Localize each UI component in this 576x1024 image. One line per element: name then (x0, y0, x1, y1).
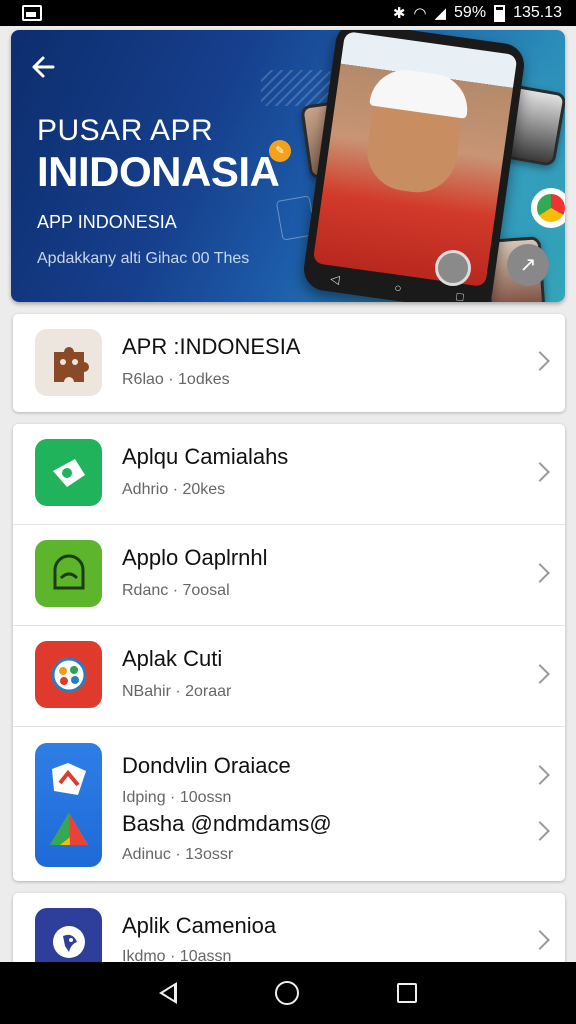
nav-home-icon[interactable] (275, 981, 299, 1005)
clock: 135.13 (513, 4, 562, 21)
chevron-right-icon (530, 563, 550, 583)
chevron-right-icon[interactable] (530, 765, 550, 785)
app-title: Aplqu Camialahs (122, 444, 289, 469)
status-icons: ✱ ◠ ◢ 59% 135.13 (393, 4, 562, 22)
edit-icon: ↗ (507, 244, 549, 286)
phone-recent-icon: □ (455, 289, 465, 302)
drive-icon (49, 813, 88, 845)
camera-shutter-icon (435, 250, 471, 286)
chevron-right-icon[interactable] (530, 821, 550, 841)
phone-home-icon: ○ (393, 280, 403, 296)
list-item[interactable]: Applo Oaplrnhl Rdanc · 7oosal (13, 525, 565, 626)
app-subtitle: Adinuc · 13ossr (122, 846, 234, 863)
puzzle-icon (35, 329, 102, 396)
app-title: Aplik Camenioa (122, 913, 277, 938)
nav-back-icon[interactable] (159, 982, 177, 1004)
battery-percent: 59% (454, 4, 487, 21)
chrome-icon (531, 188, 565, 228)
hero-banner: PUSAR APR INIDONASIA APP INDONESIA Apdak… (11, 30, 565, 302)
app-subtitle: Rdanc · 7oosal (122, 582, 230, 599)
wifi-icon: ◠ (413, 4, 427, 22)
maps-icon (51, 763, 86, 795)
chevron-right-icon (530, 930, 550, 950)
app-title[interactable]: Dondvlin Oraiace (122, 753, 291, 779)
chat-bubble-icon: ✎ (269, 140, 291, 162)
app-list-card: Aplqu Camialahs Adhrio · 20kes Applo Oap… (13, 424, 565, 881)
status-bar: ✱ ◠ ◢ 59% 135.13 (0, 0, 576, 26)
bluetooth-icon: ✱ (392, 4, 406, 22)
app-subtitle: Idping · 10ossn (122, 789, 232, 806)
battery-icon (494, 4, 506, 22)
creature-app-icon (35, 540, 102, 607)
hero-subtitle: APP INDONESIA (37, 212, 177, 232)
app-title: Applo Oaplrnhl (122, 545, 268, 570)
app-title: APR :INDONESIA (122, 334, 301, 359)
list-item-group: Dondvlin Oraiace Idping · 10ossn Basha @… (13, 727, 565, 881)
app-title[interactable]: Basha @ndmdams@ (122, 811, 332, 837)
gallery-notification-icon (22, 5, 42, 21)
list-item[interactable]: Aplqu Camialahs Adhrio · 20kes (13, 424, 565, 525)
list-item[interactable]: Aplak Cuti NBahir · 2oraar (13, 626, 565, 727)
chevron-right-icon (530, 664, 550, 684)
signal-icon: ◢ (434, 4, 447, 22)
camera-app-icon (35, 439, 102, 506)
hero-caption: Apdakkany alti Gihac 00 Thes (37, 250, 250, 267)
app-icon-stack (35, 743, 102, 867)
app-title: Aplak Cuti (122, 646, 223, 671)
back-arrow-icon[interactable] (29, 52, 59, 82)
system-navigation-bar (0, 962, 576, 1024)
app-subtitle: Adhrio · 20kes (122, 481, 226, 498)
chevron-right-icon (530, 462, 550, 482)
app-subtitle: R6lao · 1odkes (122, 371, 230, 388)
featured-app-card[interactable]: APR :INDONESIA R6lao · 1odkes (13, 314, 565, 412)
flower-app-icon (35, 641, 102, 708)
chevron-right-icon (530, 351, 550, 371)
phone-mockup: ◁ ○ □ (301, 30, 527, 302)
nav-recents-icon[interactable] (397, 983, 417, 1003)
list-item[interactable]: APR :INDONESIA R6lao · 1odkes (13, 314, 565, 412)
hero-title-line2: INIDONASIA (37, 148, 280, 195)
decor-pattern (261, 70, 331, 106)
phone-back-icon: ◁ (329, 271, 341, 287)
hero-title-line1: PUSAR APR (37, 114, 214, 147)
app-subtitle: NBahir · 2oraar (122, 683, 232, 700)
